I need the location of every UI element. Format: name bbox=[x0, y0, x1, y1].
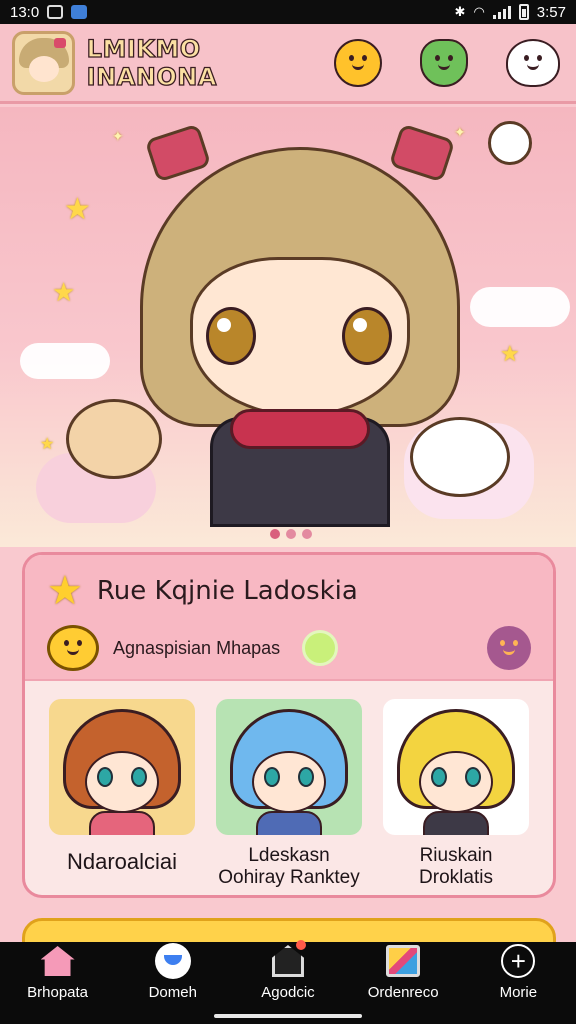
plus-icon: + bbox=[501, 944, 536, 978]
hero-illustration: ★ ★ ★ ★ ✦ ✦ bbox=[0, 107, 576, 547]
character-list: Ndaroalciai Ldeskasn Oohiray Ranktey Riu… bbox=[25, 681, 553, 889]
ghost-icon bbox=[154, 943, 191, 979]
featured-card: ★ Rue Kqjnie Ladoskia Agnaspisian Mhapas… bbox=[22, 552, 556, 898]
smiley-icon[interactable] bbox=[334, 38, 382, 87]
character-card[interactable]: Ndaroalciai bbox=[49, 699, 195, 889]
status-bar: 13:0 ✱ ◠ 3:57 bbox=[0, 0, 576, 24]
nav-label: Agodcic bbox=[261, 984, 315, 1001]
nav-label: Morie bbox=[499, 984, 538, 1001]
nav-label: Domeh bbox=[148, 984, 197, 1001]
app-title: LMIKMO INANONA bbox=[86, 34, 217, 91]
app-header: LMIKMO INANONA bbox=[0, 24, 576, 104]
character-name: Ndaroalciai bbox=[66, 849, 178, 874]
character-name: Ldeskasn Oohiray Ranktey bbox=[218, 845, 360, 888]
nav-item-ordenreco[interactable]: Ordenreco bbox=[353, 942, 453, 1001]
home-indicator[interactable] bbox=[214, 1014, 362, 1018]
star-icon: ★ bbox=[64, 193, 91, 226]
battery-icon bbox=[518, 4, 529, 20]
star-icon: ★ bbox=[52, 277, 76, 307]
star-icon: ★ bbox=[40, 436, 55, 453]
character-name: Riuskain Droklatis bbox=[419, 845, 493, 888]
star-icon: ★ bbox=[500, 341, 520, 366]
wifi-icon: ◠ bbox=[473, 4, 485, 19]
star-icon: ★ bbox=[47, 569, 83, 613]
camera-notification-icon bbox=[47, 5, 64, 19]
nav-label: Brhopata bbox=[27, 984, 89, 1001]
potion-icon[interactable] bbox=[420, 38, 468, 87]
bluetooth-icon: ✱ bbox=[454, 4, 466, 19]
character-portrait bbox=[216, 699, 362, 835]
purple-smiley-icon[interactable] bbox=[487, 626, 531, 670]
character-portrait bbox=[383, 699, 529, 835]
status-time: 13:0 bbox=[10, 3, 40, 21]
cloud-decoration bbox=[20, 343, 110, 379]
cloud-decoration bbox=[470, 287, 570, 327]
main-character bbox=[130, 117, 470, 527]
avatar[interactable] bbox=[12, 30, 75, 95]
nav-item-domeh[interactable]: Domeh bbox=[123, 942, 223, 1001]
nav-item-morie[interactable]: + Morie bbox=[468, 942, 568, 1001]
yellow-mascot-icon bbox=[47, 625, 99, 671]
character-card[interactable]: Riuskain Droklatis bbox=[383, 699, 529, 889]
home-icon bbox=[40, 946, 75, 976]
nav-item-agodcic[interactable]: Agodcic bbox=[238, 940, 338, 1001]
nav-label: Ordenreco bbox=[367, 984, 439, 1001]
card-title: Rue Kqjnie Ladoskia bbox=[96, 576, 358, 606]
flying-mascot bbox=[488, 121, 532, 165]
frame-icon bbox=[386, 945, 421, 977]
status-clock: 3:57 bbox=[536, 3, 566, 21]
app-notification-icon bbox=[71, 5, 88, 19]
notification-badge bbox=[295, 940, 306, 950]
card-subtitle: Agnaspisian Mhapas bbox=[113, 637, 281, 658]
character-portrait bbox=[49, 699, 195, 835]
character-card[interactable]: Ldeskasn Oohiray Ranktey bbox=[216, 699, 362, 889]
nav-item-brhopata[interactable]: Brhopata bbox=[8, 942, 108, 1001]
carousel-dots[interactable] bbox=[270, 529, 312, 539]
sparkle-icon: ✦ bbox=[112, 128, 124, 144]
lime-bubble-icon[interactable] bbox=[302, 630, 339, 666]
signal-icon bbox=[492, 5, 511, 19]
bottom-nav: Brhopata Domeh Agodcic Ordenreco + Morie bbox=[0, 940, 576, 1024]
card-header: ★ Rue Kqjnie Ladoskia Agnaspisian Mhapas bbox=[25, 555, 553, 681]
cloud-mascot-icon[interactable] bbox=[506, 38, 560, 87]
